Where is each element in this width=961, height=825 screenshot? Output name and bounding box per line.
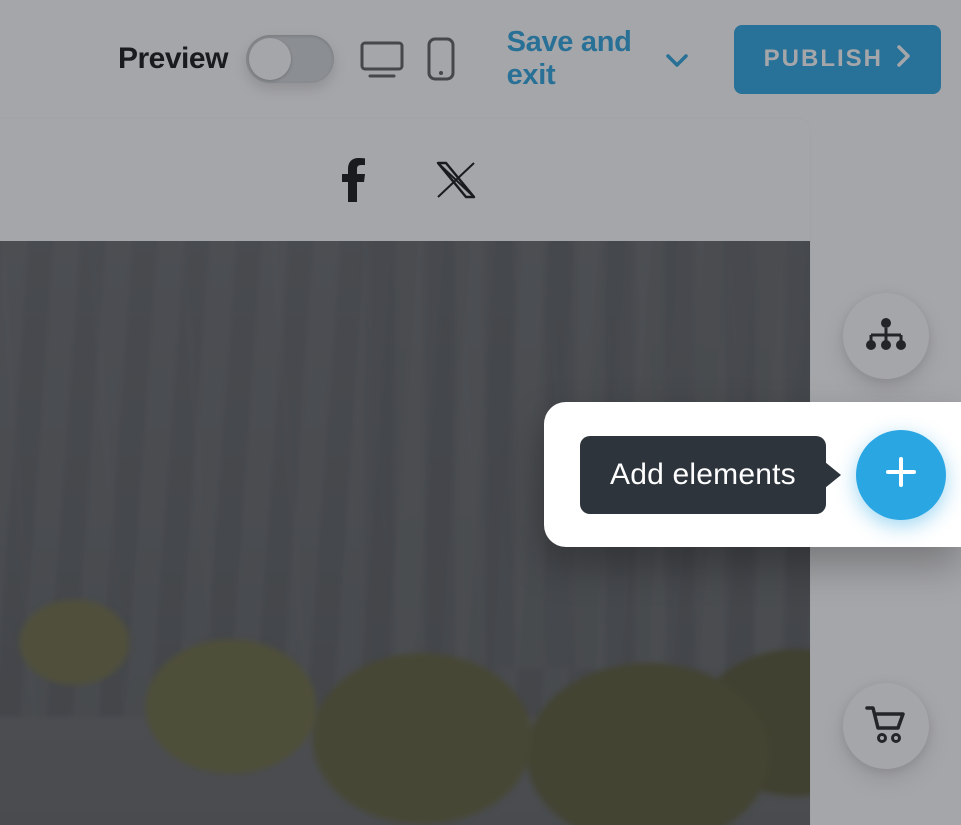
tooltip-label: Add elements (610, 458, 796, 491)
preview-toggle[interactable] (246, 35, 334, 83)
add-elements-button[interactable] (856, 430, 946, 520)
add-elements-spotlight: Add elements (544, 402, 961, 547)
toggle-handle (249, 38, 291, 80)
publish-button[interactable]: PUBLISH (734, 25, 941, 94)
structure-button[interactable] (843, 293, 929, 379)
add-elements-tooltip: Add elements (580, 436, 826, 514)
page-header (0, 118, 810, 241)
chevron-right-icon (897, 45, 911, 74)
save-and-exit-label: Save and exit (507, 26, 654, 92)
desktop-icon[interactable] (360, 36, 404, 82)
x-icon[interactable] (436, 160, 476, 200)
preview-label: Preview (118, 42, 228, 76)
top-toolbar: Preview Save and exit PU (0, 0, 961, 118)
cart-icon (865, 704, 907, 749)
mobile-icon[interactable] (422, 36, 461, 82)
save-and-exit-button[interactable]: Save and exit (507, 26, 688, 92)
publish-label: PUBLISH (764, 45, 883, 73)
plus-icon (883, 454, 919, 495)
facebook-icon[interactable] (334, 160, 374, 200)
cart-button[interactable] (843, 683, 929, 769)
chevron-down-icon (666, 43, 688, 76)
structure-icon (865, 317, 907, 356)
